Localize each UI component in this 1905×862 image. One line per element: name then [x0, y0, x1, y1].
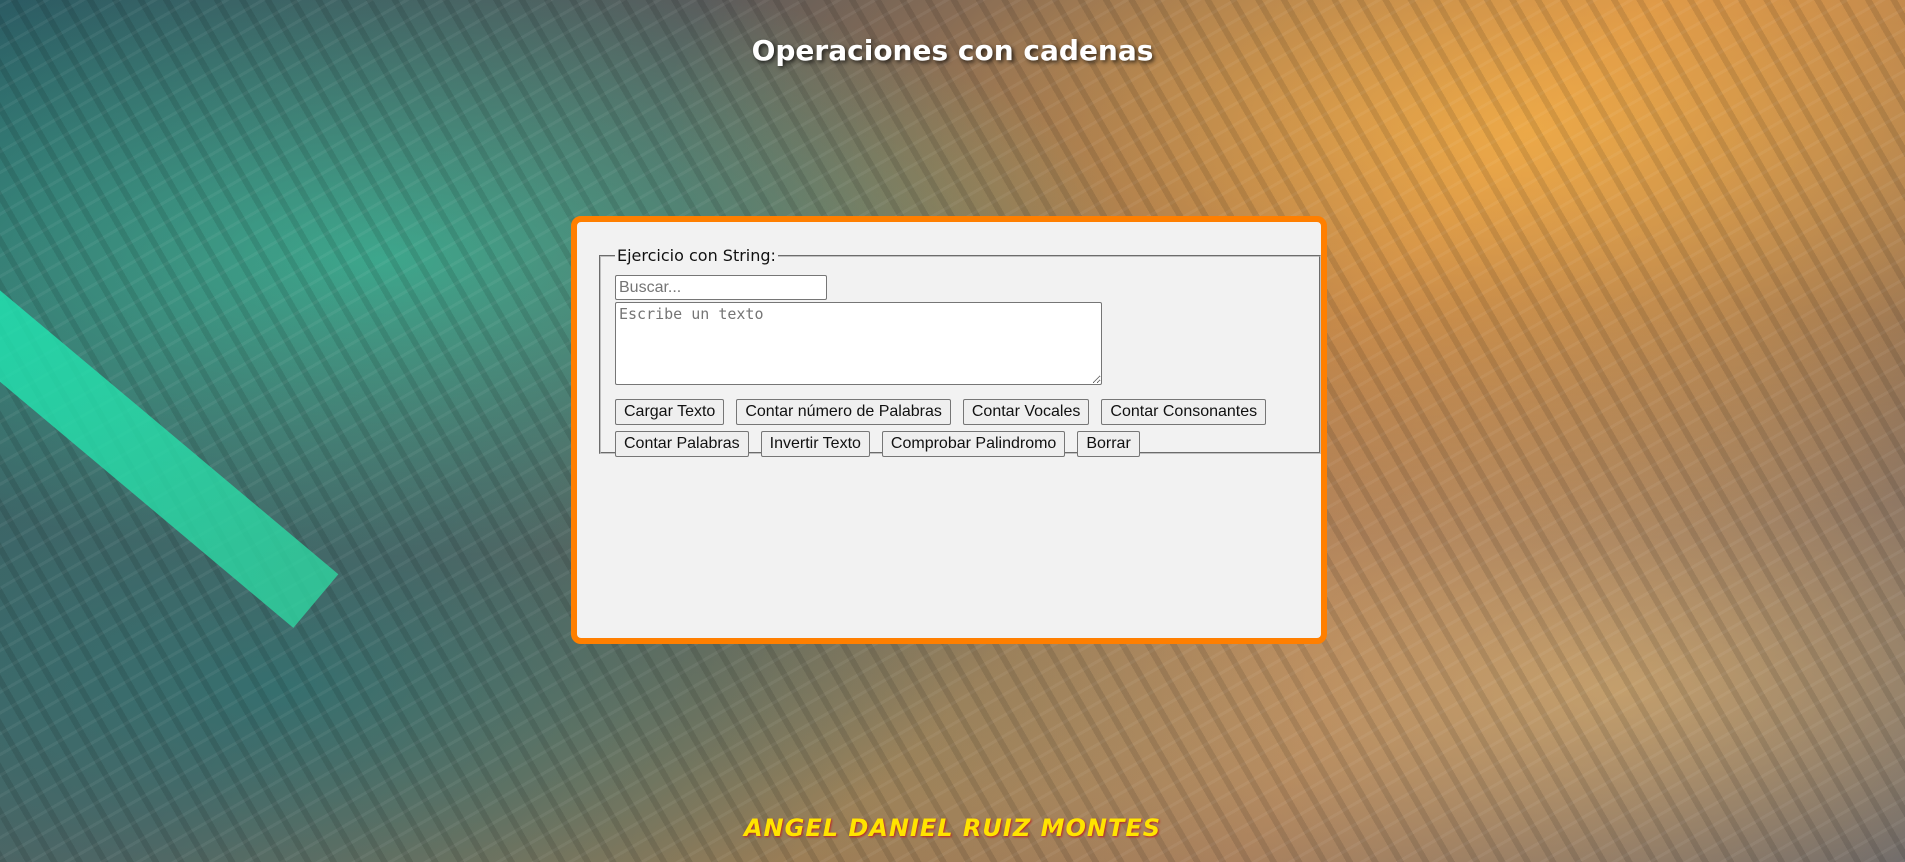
count-vowels-button[interactable]: Contar Vocales: [962, 399, 1090, 425]
button-row: Cargar Texto Contar número de Palabras C…: [615, 399, 1305, 457]
count-number-words-button[interactable]: Contar número de Palabras: [736, 399, 951, 425]
text-input-area[interactable]: [615, 302, 1102, 385]
load-text-button[interactable]: Cargar Texto: [615, 399, 725, 425]
background-decoration: [0, 240, 339, 628]
reverse-text-button[interactable]: Invertir Texto: [760, 431, 870, 457]
author-footer: ANGEL DANIEL RUIZ MONTES: [743, 814, 1162, 842]
string-exercise-fieldset: Ejercicio con String: Cargar Texto Conta…: [599, 246, 1321, 457]
main-card: Ejercicio con String: Cargar Texto Conta…: [571, 216, 1327, 644]
clear-button[interactable]: Borrar: [1077, 431, 1140, 457]
fieldset-legend: Ejercicio con String:: [617, 246, 776, 265]
count-words-button[interactable]: Contar Palabras: [615, 431, 749, 457]
count-consonants-button[interactable]: Contar Consonantes: [1101, 399, 1267, 425]
search-input[interactable]: [615, 275, 827, 300]
check-palindrome-button[interactable]: Comprobar Palindromo: [881, 431, 1066, 457]
page-title: Operaciones con cadenas: [751, 34, 1154, 67]
